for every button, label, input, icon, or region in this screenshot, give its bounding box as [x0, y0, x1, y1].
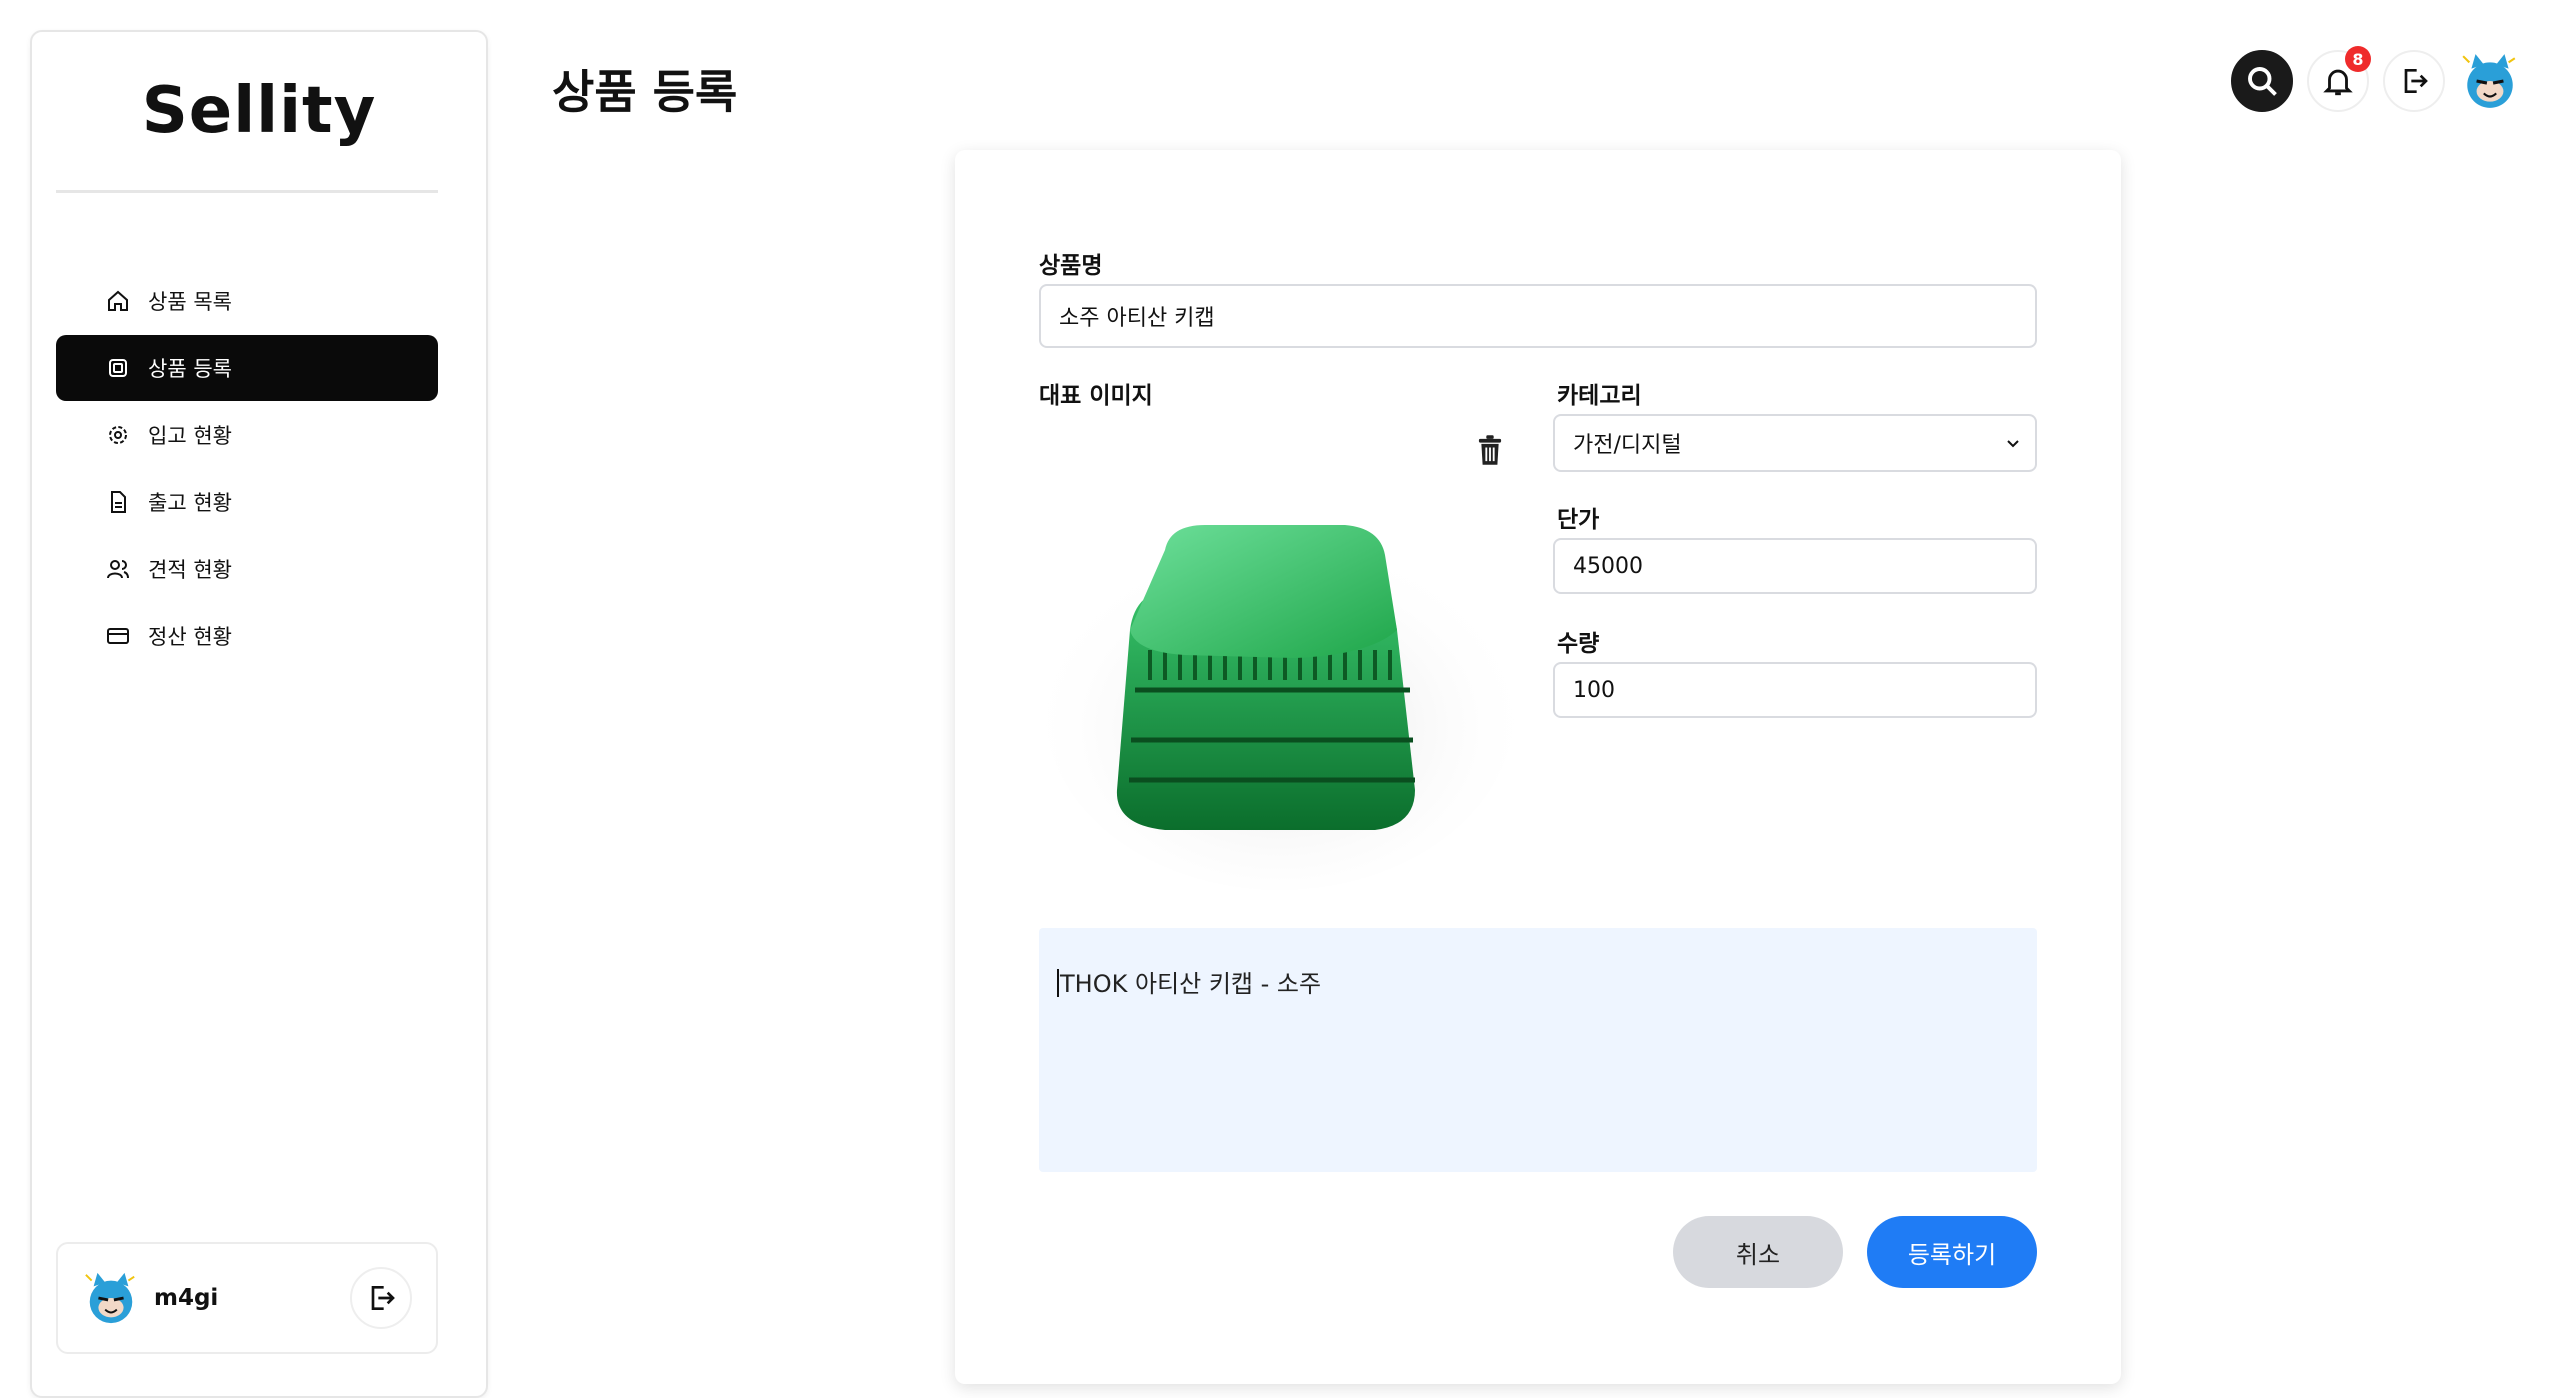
- description-textarea[interactable]: THOK 아티산 키캡 - 소주: [1039, 928, 2037, 1172]
- sidebar-item-label: 견적 현황: [148, 558, 232, 582]
- notification-button[interactable]: 8: [2307, 46, 2371, 112]
- header-actions: 8: [2231, 46, 2521, 112]
- quantity-input[interactable]: 100: [1553, 662, 2037, 718]
- product-name-label: 상품명: [1039, 253, 1103, 279]
- sidebar-item-product-register[interactable]: 상품 등록: [56, 335, 438, 401]
- description-text: THOK 아티산 키캡 - 소주: [1060, 970, 1322, 998]
- chevron-down-icon: [2007, 440, 2019, 448]
- chip-icon: [106, 356, 130, 380]
- keycap-image: [1045, 525, 1515, 890]
- logout-icon: [2404, 69, 2428, 93]
- product-name-input[interactable]: 소주 아티산 키캡: [1039, 284, 2037, 348]
- search-icon: [2248, 67, 2277, 96]
- logout-icon: [371, 1286, 395, 1310]
- document-icon: [106, 490, 130, 514]
- cancel-button[interactable]: 취소: [1673, 1216, 1843, 1288]
- card-icon: [106, 624, 130, 648]
- app-logo[interactable]: Sellity: [32, 74, 486, 148]
- sidebar-item-label: 상품 등록: [148, 357, 232, 381]
- user-name: m4gi: [154, 1285, 219, 1311]
- sidebar-nav: 상품 목록 상품 등록 입고 현황 출고 현황 견적 현황 정산 현황: [56, 268, 438, 670]
- sidebar-logout-button[interactable]: [350, 1267, 412, 1329]
- sidebar-item-product-list[interactable]: 상품 목록: [56, 268, 438, 334]
- sidebar-item-label: 상품 목록: [148, 290, 232, 314]
- home-icon: [106, 289, 130, 313]
- category-label: 카테고리: [1557, 383, 1642, 409]
- product-image: [1035, 480, 1525, 900]
- gear-icon: [106, 423, 130, 447]
- users-icon: [106, 557, 130, 581]
- search-button[interactable]: [2231, 50, 2293, 112]
- sidebar: Sellity 상품 목록 상품 등록 입고 현황 출고 현황 견적 현황 정산…: [30, 30, 488, 1398]
- category-select-value: 가전/디지털: [1573, 433, 1682, 458]
- header-logout-button[interactable]: [2383, 50, 2445, 112]
- notification-badge: 8: [2345, 46, 2371, 72]
- product-form-card: 상품명 소주 아티산 키캡 대표 이미지 카테고리 가전/디지털 단가 4500…: [955, 150, 2121, 1384]
- page-title: 상품 등록: [552, 65, 738, 119]
- quantity-label: 수량: [1557, 631, 1600, 657]
- text-caret: [1057, 969, 1059, 997]
- cat-avatar-icon: [85, 1272, 135, 1324]
- price-input[interactable]: 45000: [1553, 538, 2037, 594]
- sidebar-item-label: 정산 현황: [148, 625, 232, 649]
- price-label: 단가: [1557, 507, 1600, 533]
- cat-avatar-icon[interactable]: [2459, 50, 2521, 112]
- submit-button[interactable]: 등록하기: [1867, 1216, 2037, 1288]
- sidebar-item-label: 출고 현황: [148, 491, 232, 515]
- user-card: m4gi: [56, 1242, 438, 1354]
- sidebar-item-quote[interactable]: 견적 현황: [56, 536, 438, 602]
- sidebar-item-inbound[interactable]: 입고 현황: [56, 402, 438, 468]
- category-select[interactable]: 가전/디지털: [1553, 414, 2037, 472]
- sidebar-item-label: 입고 현황: [148, 424, 232, 448]
- image-label: 대표 이미지: [1039, 383, 1153, 409]
- sidebar-item-settlement[interactable]: 정산 현황: [56, 603, 438, 669]
- sidebar-item-outbound[interactable]: 출고 현황: [56, 469, 438, 535]
- trash-icon[interactable]: [1475, 434, 1505, 466]
- sidebar-divider: [56, 190, 438, 193]
